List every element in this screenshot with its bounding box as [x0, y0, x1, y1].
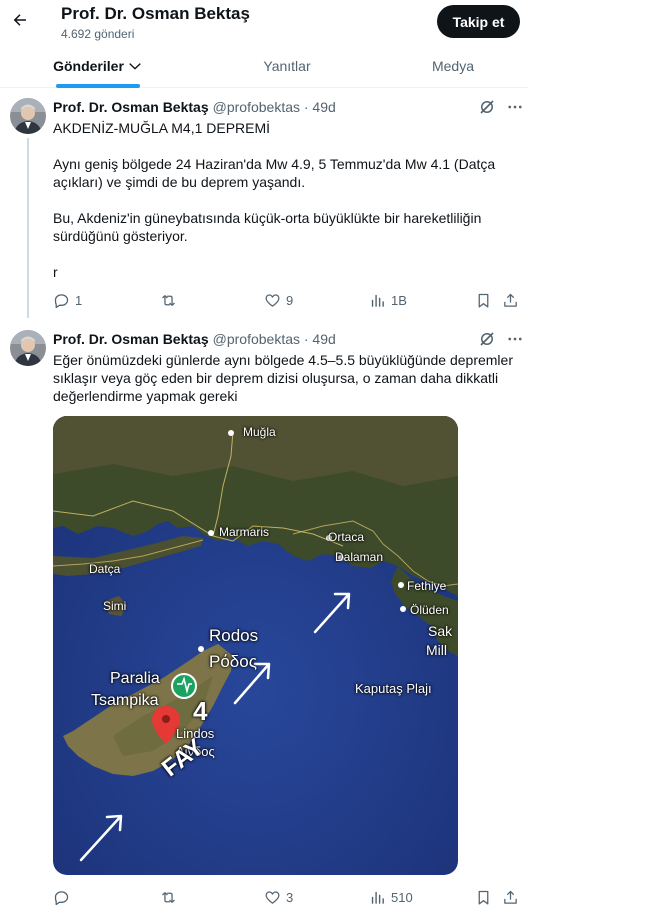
map-label-simi: Simi	[103, 599, 127, 613]
views-button[interactable]: 1B	[369, 290, 407, 310]
post-text-line: sıklaşır veya göç eden bir deprem dizisi…	[53, 370, 499, 386]
post-text-line: sürdüğünü gösteriyor.	[53, 228, 188, 244]
post-actions: 1 9 1B	[0, 290, 528, 310]
map-label-datca: Datça	[89, 562, 121, 576]
post-count: 4.692 gönderi	[61, 27, 135, 41]
post-map-image[interactable]: Muğla Marmaris Datça Simi Ortaca Dalaman…	[53, 416, 458, 875]
heart-icon	[265, 890, 280, 904]
post-meta: Prof. Dr. Osman Bektaş @profobektas · 49…	[53, 330, 336, 348]
tab-media-label: Medya	[431, 58, 475, 74]
bookmark-icon	[478, 293, 489, 308]
post-text-line: r	[53, 264, 58, 280]
heart-icon	[265, 293, 280, 307]
post-text-line: Bu, Akdeniz'in güneybatısında küçük-orta…	[53, 210, 482, 226]
post-text-line: Eğer önümüzdeki günlerde aynı bölgede 4.…	[53, 352, 513, 368]
post-top-actions	[478, 330, 524, 348]
like-count: 3	[286, 889, 294, 905]
post-text-line	[53, 191, 523, 209]
map-label-paralia: Paralia	[110, 670, 160, 687]
repost-icon	[162, 891, 175, 903]
profile-header: Prof. Dr. Osman Bektaş 4.692 gönderi Tak…	[0, 0, 528, 44]
map-label-rodos: Rodos	[209, 626, 259, 645]
repost-button[interactable]	[160, 887, 182, 907]
post-text-line: değerlendirme yapmak gereki	[53, 388, 238, 404]
post-text-line	[53, 245, 523, 263]
tab-media[interactable]: Medya	[398, 44, 508, 88]
repost-button[interactable]	[160, 290, 182, 310]
more-options-icon[interactable]	[506, 98, 524, 116]
bookmark-icon	[478, 890, 489, 905]
back-arrow-icon	[13, 14, 26, 26]
map-label-fethiye: Fethiye	[407, 579, 447, 593]
post-text-line: Aynı geniş bölgede 24 Haziran'da Mw 4.9,…	[53, 156, 496, 172]
follow-button[interactable]: Takip et	[437, 5, 520, 38]
map-label-mill: Mill	[426, 642, 447, 658]
views-icon	[371, 891, 384, 904]
views-button[interactable]: 510	[369, 887, 413, 907]
avatar[interactable]	[10, 98, 46, 134]
post-text: AKDENİZ-MUĞLA M4,1 DEPREMİ Aynı geniş bö…	[53, 119, 523, 281]
author-handle[interactable]: @profobektas · 49d	[213, 331, 336, 347]
author-name[interactable]: Prof. Dr. Osman Bektaş	[53, 331, 209, 347]
share-button[interactable]	[502, 887, 519, 907]
map-label-kaputas: Kaputaş Plajı	[355, 681, 432, 696]
post-top-actions	[478, 98, 524, 116]
tab-posts[interactable]: Gönderiler	[40, 44, 156, 88]
post-meta: Prof. Dr. Osman Bektaş @profobektas · 49…	[53, 98, 336, 116]
tab-replies-label: Yanıtlar	[263, 58, 311, 74]
bookmark-button[interactable]	[475, 887, 492, 907]
map-label-tsampika: Tsampika	[91, 692, 159, 709]
quake-number-label: 4	[193, 696, 208, 726]
reply-button[interactable]: 1	[53, 290, 82, 310]
map-label-ortaca: Ortaca	[328, 530, 365, 544]
like-count: 9	[286, 292, 294, 308]
reply-button[interactable]	[53, 887, 75, 907]
reply-count: 1	[75, 292, 83, 308]
profile-tabs: Gönderiler Yanıtlar Medya	[0, 44, 528, 88]
views-icon	[371, 294, 384, 307]
repost-icon	[162, 294, 175, 306]
grok-icon[interactable]	[478, 98, 496, 116]
tab-replies[interactable]: Yanıtlar	[232, 44, 342, 88]
reply-icon	[54, 890, 69, 905]
author-handle[interactable]: @profobektas · 49d	[213, 99, 336, 115]
post-1[interactable]: Prof. Dr. Osman Bektaş @profobektas · 49…	[0, 88, 528, 322]
chevron-down-icon	[129, 63, 141, 70]
back-button[interactable]	[8, 8, 32, 32]
grok-icon[interactable]	[478, 330, 496, 348]
post-text-line: AKDENİZ-MUĞLA M4,1 DEPREMİ	[53, 120, 271, 136]
post-text-line: açıkları) ve şimdi de bu deprem yaşandı.	[53, 174, 306, 190]
profile-name: Prof. Dr. Osman Bektaş	[61, 4, 250, 23]
post-text: Eğer önümüzdeki günlerde aynı bölgede 4.…	[53, 351, 523, 405]
views-count: 510	[391, 889, 413, 905]
map-label-rodos-greek: Ρόδος	[209, 652, 257, 671]
bookmark-button[interactable]	[475, 290, 492, 310]
tab-posts-label: Gönderiler	[53, 58, 124, 74]
avatar[interactable]	[10, 330, 46, 366]
map-label-oluden: Ölüden	[410, 603, 449, 617]
like-button[interactable]: 3	[264, 887, 293, 907]
post-text-line	[53, 137, 523, 155]
reply-icon	[54, 293, 69, 308]
like-button[interactable]: 9	[264, 290, 293, 310]
more-options-icon[interactable]	[506, 330, 524, 348]
map-label-marmaris: Marmaris	[219, 525, 269, 539]
author-name[interactable]: Prof. Dr. Osman Bektaş	[53, 99, 209, 115]
share-icon	[504, 293, 517, 307]
share-button[interactable]	[502, 290, 519, 310]
views-count: 1B	[391, 292, 407, 308]
map-label-mugla: Muğla	[243, 425, 276, 439]
share-icon	[504, 890, 517, 904]
map-label-dalaman: Dalaman	[335, 550, 384, 564]
map-label-sak: Sak	[428, 623, 453, 639]
post-actions: 3 510	[0, 887, 528, 907]
